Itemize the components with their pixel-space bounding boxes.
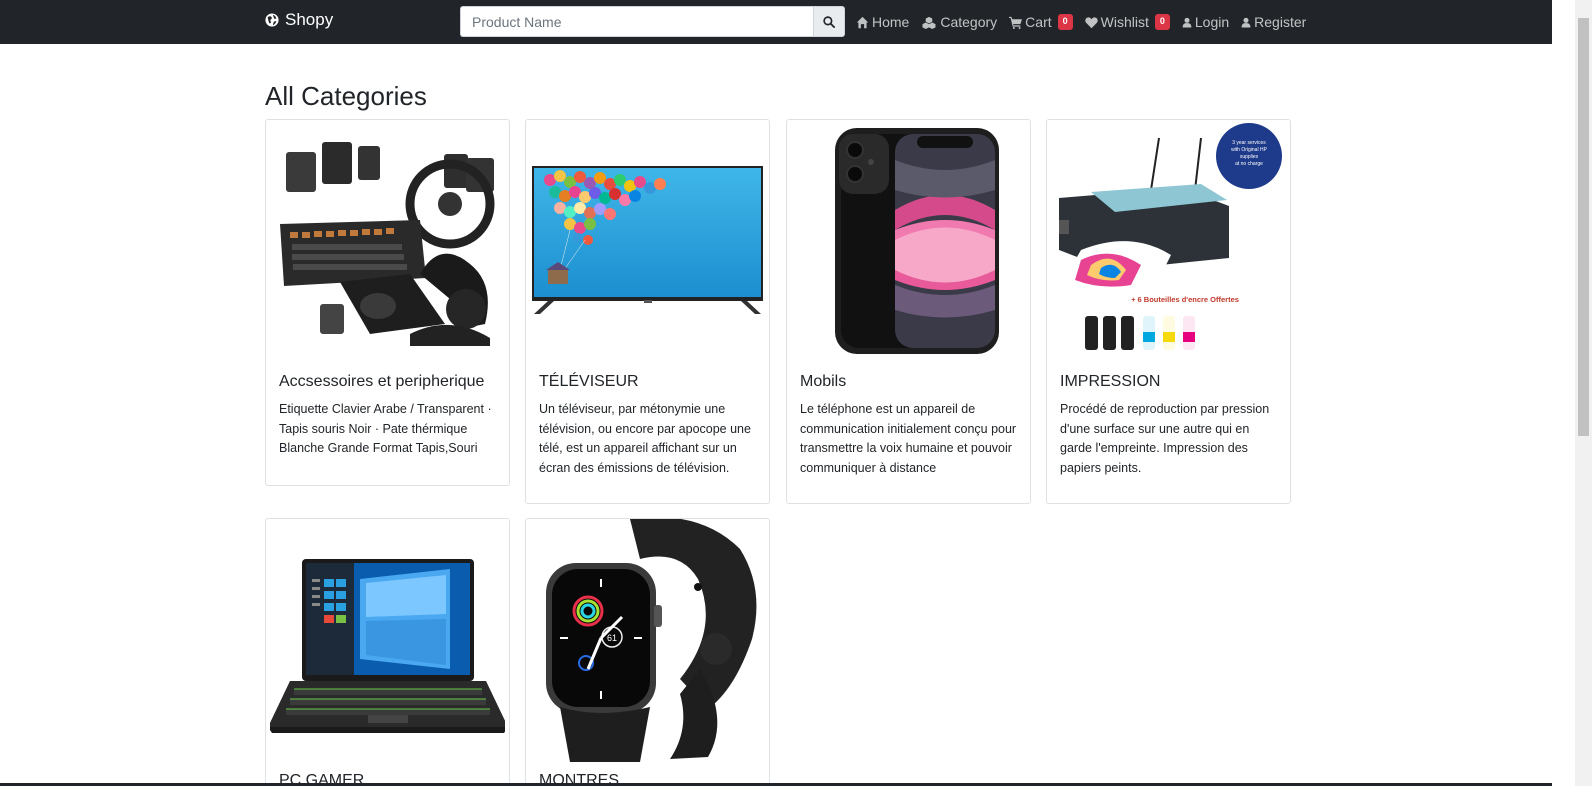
svg-text:supplies: supplies (1240, 154, 1259, 160)
svg-text:61: 61 (607, 633, 617, 643)
category-description: Etiquette Clavier Arabe / Transparent · … (279, 402, 492, 455)
category-title: TÉLÉVISEUR (539, 373, 639, 390)
wishlist-count-badge: 0 (1154, 14, 1170, 30)
nav-wishlist-label: Wishlist (1100, 14, 1149, 30)
search-form (460, 6, 845, 37)
nav-register-label: Register (1254, 14, 1307, 30)
nav-menu: Home Category Cart 0 Wishlist 0 Login Re… (856, 0, 1318, 44)
nav-cart[interactable]: Cart 0 (1009, 14, 1073, 30)
scrollbar[interactable] (1575, 0, 1592, 786)
category-title: IMPRESSION (1060, 373, 1161, 390)
search-input[interactable] (460, 6, 813, 37)
category-image (787, 120, 1030, 363)
brand-name: Shopy (285, 10, 334, 29)
cart-icon (1009, 16, 1023, 29)
globe-icon (265, 13, 279, 27)
search-icon (823, 15, 835, 28)
category-image (526, 120, 769, 363)
svg-text:at no charge: at no charge (1235, 161, 1263, 167)
home-icon (856, 16, 869, 28)
user-icon (1182, 17, 1192, 27)
category-card[interactable]: Accsessoires et peripherique Etiquette C… (265, 119, 510, 486)
nav-category-label: Category (940, 14, 998, 30)
cubes-icon (922, 16, 936, 29)
nav-cart-label: Cart (1025, 14, 1052, 30)
laptop-image (270, 559, 505, 733)
category-card[interactable]: PC GAMER (265, 518, 510, 786)
user-icon (1241, 17, 1251, 27)
category-card[interactable]: TÉLÉVISEUR Un téléviseur, par métonymie … (525, 119, 770, 504)
smartphone-image (835, 128, 999, 354)
category-image (266, 120, 509, 363)
svg-text:with Original HP: with Original HP (1231, 147, 1268, 153)
nav-wishlist[interactable]: Wishlist 0 (1084, 14, 1170, 30)
page-title: All Categories (265, 81, 427, 111)
category-image (266, 519, 509, 762)
nav-home[interactable]: Home (856, 14, 909, 30)
smartwatch-image: 61 (546, 519, 757, 762)
gaming-accessories-image (280, 142, 495, 346)
category-description: Procédé de reproduction par pression d'u… (1060, 402, 1270, 475)
category-description: Le téléphone est un appareil de communic… (800, 402, 1017, 475)
nav-login-label: Login (1194, 14, 1230, 30)
scrollbar-thumb[interactable] (1578, 18, 1589, 436)
nav-register[interactable]: Register (1241, 14, 1306, 30)
category-description: Un téléviseur, par métonymie une télévis… (539, 402, 751, 475)
television-image (532, 166, 763, 314)
category-image: 3 year services with Original HP supplie… (1047, 120, 1290, 363)
category-title: Mobils (800, 373, 847, 390)
nav-login[interactable]: Login (1182, 14, 1229, 30)
navbar: Shopy Home Category Cart 0 Wishlist 0 Lo… (0, 0, 1552, 44)
nav-category[interactable]: Category (921, 14, 997, 30)
heart-icon (1084, 16, 1098, 28)
category-card[interactable]: 61 MONTRES (525, 518, 770, 786)
nav-home-label: Home (872, 14, 910, 30)
category-title: Accsessoires et peripherique (279, 373, 485, 390)
category-image: 61 (526, 519, 769, 762)
printer-promo-text: 3 year services (1232, 140, 1266, 146)
printer-image: 3 year services with Original HP supplie… (1059, 123, 1282, 350)
category-card[interactable]: Mobils Le téléphone est un appareil de c… (786, 119, 1031, 504)
category-card[interactable]: 3 year services with Original HP supplie… (1046, 119, 1291, 504)
brand-link[interactable]: Shopy (265, 10, 333, 30)
cart-count-badge: 0 (1057, 14, 1073, 30)
search-button[interactable] (813, 6, 845, 37)
svg-text:+ 6 Bouteilles d'encre Offerte: + 6 Bouteilles d'encre Offertes (1131, 295, 1239, 304)
